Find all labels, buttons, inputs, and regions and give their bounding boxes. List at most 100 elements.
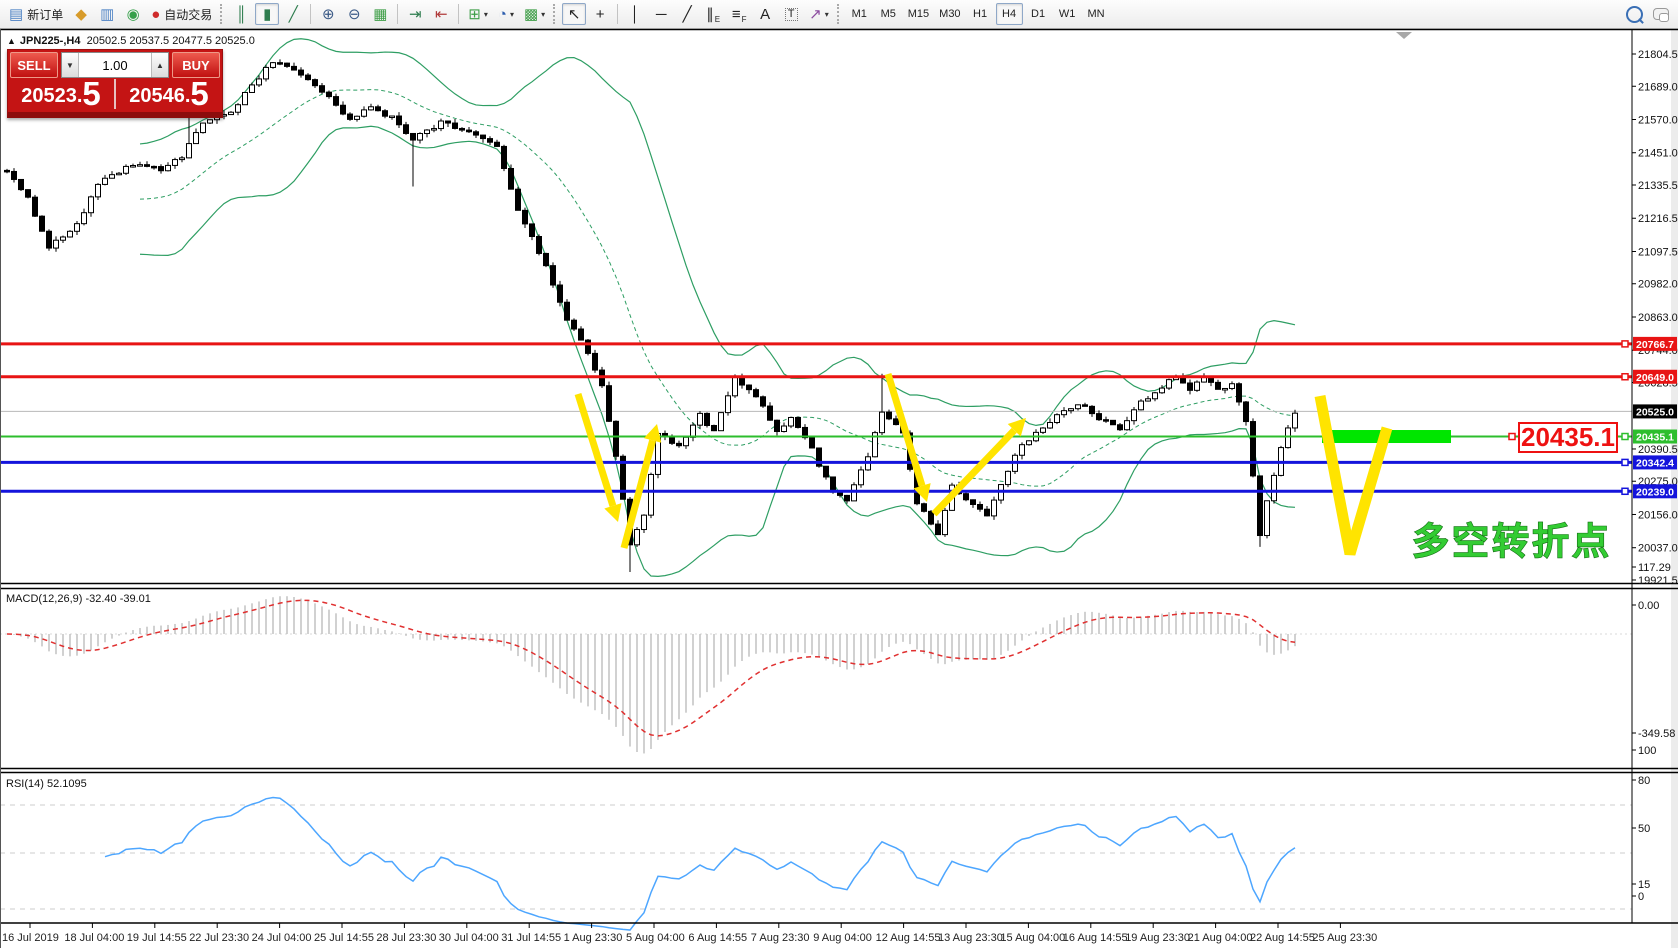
price-axis-label: 21570.0 <box>1638 115 1678 127</box>
candle-body <box>782 426 787 431</box>
level-line-handle[interactable] <box>1622 488 1628 494</box>
candle-body <box>1006 471 1011 484</box>
market-watch-button[interactable]: ◆ <box>69 3 93 25</box>
level-line-handle[interactable] <box>1622 374 1628 380</box>
price-callout[interactable]: 20435.1 <box>1518 422 1618 453</box>
volume-up-button[interactable]: ▲ <box>151 53 168 77</box>
text-button[interactable]: A <box>753 3 777 25</box>
new-order-button[interactable]: ▤新订单 <box>5 3 67 25</box>
timeframe-m5-button[interactable]: M5 <box>875 3 902 25</box>
candle-body <box>61 237 66 240</box>
time-axis-label[interactable]: 30 Jul 04:00 <box>439 932 499 944</box>
indicators-button[interactable]: ⊞▾ <box>464 3 492 25</box>
channel-button[interactable]: ∥E <box>701 3 725 25</box>
candle-body <box>362 110 367 116</box>
chart-canvas[interactable]: 多空转折点21804.521689.021570.021451.021335.5… <box>0 29 1678 948</box>
time-axis-label[interactable]: 25 Jul 14:55 <box>314 932 374 944</box>
timeframe-mn-button[interactable]: MN <box>1083 3 1110 25</box>
zoom-in-button[interactable]: ⊕ <box>316 3 340 25</box>
candle-body <box>1230 384 1235 389</box>
timeframe-m15-button[interactable]: M15 <box>904 3 933 25</box>
time-axis-label[interactable]: 13 Aug 23:30 <box>938 932 1003 944</box>
zoom-out-button[interactable]: ⊖ <box>342 3 366 25</box>
navigator-button[interactable]: ▥ <box>95 3 119 25</box>
ask-price[interactable]: 20546.5 <box>116 79 222 109</box>
candle-body <box>523 210 528 224</box>
price-tag-label: 20342.4 <box>1636 457 1674 469</box>
tile-windows-button[interactable]: ▦ <box>368 3 392 25</box>
timeframe-d1-button[interactable]: D1 <box>1025 3 1052 25</box>
timeframe-h1-button[interactable]: H1 <box>967 3 994 25</box>
time-axis-label[interactable]: 24 Jul 04:00 <box>252 932 312 944</box>
crosshair-button[interactable]: + <box>588 3 612 25</box>
line-chart-button[interactable]: ╱ <box>281 3 305 25</box>
candle-body <box>929 511 934 524</box>
new-order-button-label: 新订单 <box>27 6 63 23</box>
auto-trading-button[interactable]: ●自动交易 <box>147 3 216 25</box>
collapse-arrow-icon[interactable]: ▲ <box>7 36 16 46</box>
vertical-line-button[interactable]: │ <box>623 3 647 25</box>
time-axis-label[interactable]: 22 Jul 23:30 <box>189 932 249 944</box>
time-axis-label[interactable]: 19 Aug 23:30 <box>1125 932 1190 944</box>
level-line-handle[interactable] <box>1622 341 1628 347</box>
bar-chart-button[interactable]: ║ <box>229 3 253 25</box>
arrows-button[interactable]: ↗▾ <box>805 3 833 25</box>
timeframe-m1-button[interactable]: M1 <box>846 3 873 25</box>
level-line-handle[interactable] <box>1622 459 1628 465</box>
chevron-down-icon: ▾ <box>825 10 829 19</box>
time-axis-label[interactable]: 19 Jul 14:55 <box>127 932 187 944</box>
time-axis-label[interactable]: 16 Aug 14:55 <box>1063 932 1128 944</box>
candle-body <box>481 135 486 138</box>
candle-body <box>383 111 388 117</box>
volume-input[interactable]: 1.00 <box>79 53 151 77</box>
time-axis-label[interactable]: 21 Aug 04:00 <box>1188 932 1253 944</box>
time-axis-label[interactable]: 16 Jul 2019 <box>2 932 59 944</box>
time-axis-label[interactable]: 31 Jul 14:55 <box>501 932 561 944</box>
timeframe-m30-button[interactable]: M30 <box>935 3 964 25</box>
cursor-button[interactable]: ↖ <box>562 3 586 25</box>
candle-body <box>971 500 976 505</box>
volume-down-button[interactable]: ▼ <box>62 53 79 77</box>
time-axis-label[interactable]: 7 Aug 23:30 <box>751 932 810 944</box>
time-axis-label[interactable]: 9 Aug 04:00 <box>813 932 872 944</box>
time-axis-label[interactable]: 22 Aug 14:55 <box>1250 932 1315 944</box>
bid-price[interactable]: 20523.5 <box>8 79 116 109</box>
text-label-button[interactable]: T <box>779 3 803 25</box>
periods-button[interactable]: ◔▾ <box>494 3 518 25</box>
price-axis-label: 20863.0 <box>1638 312 1678 324</box>
toolbar: ▤新订单◆▥◉●自动交易║▮╱⊕⊖▦⇥⇤⊞▾◔▾▩▾↖+│─╱∥E≡FAT↗▾M… <box>0 0 1678 29</box>
horizontal-line-button[interactable]: ─ <box>649 3 673 25</box>
price-tag-label: 20649.0 <box>1636 372 1674 384</box>
time-axis-label[interactable]: 6 Aug 14:55 <box>688 932 747 944</box>
chart-shift-button[interactable]: ⇤ <box>429 3 453 25</box>
chevron-down-icon: ▾ <box>510 10 514 19</box>
search-button[interactable] <box>1622 3 1647 25</box>
level-line-handle[interactable] <box>1622 434 1628 440</box>
time-axis-label[interactable]: 15 Aug 04:00 <box>1000 932 1065 944</box>
candle-body <box>1132 410 1137 421</box>
data-window-button[interactable]: ◉ <box>121 3 145 25</box>
fibonacci-button[interactable]: ≡F <box>727 3 751 25</box>
time-axis-label[interactable]: 12 Aug 14:55 <box>876 932 941 944</box>
chat-button[interactable] <box>1649 3 1673 25</box>
zoom-in-icon: ⊕ <box>322 7 335 22</box>
price-axis-label: 20982.0 <box>1638 279 1678 291</box>
time-axis-label[interactable]: 1 Aug 23:30 <box>564 932 623 944</box>
line-chart-icon: ╱ <box>289 7 298 22</box>
candlestick-chart-button[interactable]: ▮ <box>255 3 279 25</box>
sell-button[interactable]: SELL <box>10 52 58 78</box>
time-axis-label[interactable]: 18 Jul 04:00 <box>64 932 124 944</box>
templates-button[interactable]: ▩▾ <box>520 3 549 25</box>
time-axis-label[interactable]: 25 Aug 23:30 <box>1312 932 1377 944</box>
time-axis-label[interactable]: 5 Aug 04:00 <box>626 932 685 944</box>
time-axis-label[interactable]: 28 Jul 23:30 <box>376 932 436 944</box>
timeframe-h4-button[interactable]: H4 <box>996 3 1023 25</box>
cn-annotation-text[interactable]: 多空转折点 <box>1412 520 1612 563</box>
auto-scroll-button[interactable]: ⇥ <box>403 3 427 25</box>
candle-body <box>1111 420 1116 424</box>
candle-body <box>1125 421 1130 430</box>
callout-anchor-left[interactable] <box>1509 434 1515 440</box>
mt4-terminal: ▤新订单◆▥◉●自动交易║▮╱⊕⊖▦⇥⇤⊞▾◔▾▩▾↖+│─╱∥E≡FAT↗▾M… <box>0 0 1678 948</box>
trendline-button[interactable]: ╱ <box>675 3 699 25</box>
timeframe-w1-button[interactable]: W1 <box>1054 3 1081 25</box>
